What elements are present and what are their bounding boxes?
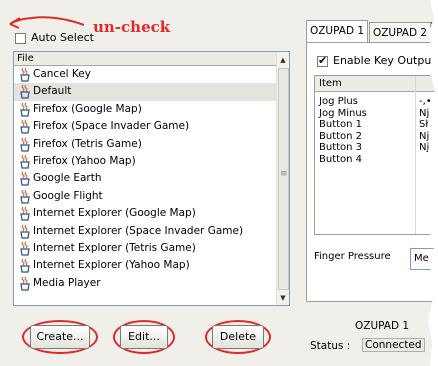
file-list-item-label: Firefox (Space Invader Game) (33, 120, 190, 133)
edit-button[interactable]: Edit... (120, 325, 168, 349)
java-cup-icon (20, 154, 30, 169)
file-list-item-label: Internet Explorer (Tetris Game) (33, 241, 196, 254)
enable-key-output-checkbox[interactable] (317, 54, 328, 67)
item-name: Jog Plus (319, 96, 358, 107)
red-arrow-icon (9, 16, 85, 29)
item-name: Jog Minus (319, 107, 367, 119)
file-list-item[interactable]: Internet Explorer (Space Invader Game) (14, 223, 276, 240)
file-list-item[interactable]: Cancel Key (14, 66, 276, 83)
file-list-header[interactable]: File (14, 52, 289, 66)
status-label: Status : (310, 340, 351, 352)
file-list-item-label: Default (33, 85, 72, 98)
file-list-item[interactable]: Google Flight (14, 188, 276, 205)
auto-select-label: Auto Select (31, 31, 94, 44)
item-name: Button 1 (319, 119, 363, 130)
file-list-item-label: Firefox (Tetris Game) (33, 137, 142, 150)
file-list-item-label: Media Player (33, 276, 101, 289)
file-list-item[interactable]: Default (14, 83, 276, 101)
java-cup-icon (20, 119, 30, 134)
delete-button[interactable]: Delete (212, 325, 264, 349)
file-list-item-label: Google Earth (33, 172, 102, 185)
scroll-thumb[interactable]: ≡ (278, 68, 289, 290)
file-list-item-label: Internet Explorer (Yahoo Map) (33, 259, 190, 272)
file-list-item[interactable]: Internet Explorer (Tetris Game) (14, 240, 276, 257)
file-list-item[interactable]: Firefox (Tetris Game) (14, 136, 276, 153)
java-cup-icon (20, 241, 30, 256)
file-list-item[interactable]: Firefox (Google Map) (14, 101, 276, 118)
java-cup-icon (20, 137, 30, 152)
item-name: Button 3 (319, 142, 363, 153)
java-cup-icon (20, 102, 30, 117)
file-list-item[interactable]: Google Earth (14, 170, 276, 187)
auto-select-checkbox[interactable] (15, 33, 26, 44)
scroll-down-button[interactable]: ▼ (277, 292, 289, 304)
java-cup-icon (20, 258, 30, 273)
scroll-thumb-grip: ≡ (280, 169, 288, 179)
status-value: Connected (362, 338, 425, 352)
file-list-item[interactable]: Internet Explorer (Google Map) (14, 205, 276, 222)
item-name: Button 4 (319, 153, 363, 165)
file-list-rows: Cancel Key Default Firefox (Google Map) Fir… (14, 66, 276, 292)
annotation-label: un-check (93, 18, 171, 36)
item-name: Button 2 (319, 130, 363, 142)
status-device-name: OZUPAD 1 (355, 320, 410, 332)
scroll-up-button[interactable]: ▲ (277, 54, 289, 66)
file-list-item-label: Firefox (Google Map) (33, 102, 142, 115)
file-list-item[interactable]: Internet Explorer (Yahoo Map) (14, 257, 276, 274)
java-cup-icon (20, 206, 30, 221)
java-cup-icon (20, 67, 30, 82)
file-list-item-label: Cancel Key (33, 68, 91, 80)
file-list-item-label: Firefox (Yahoo Map) (33, 154, 136, 167)
torn-edge (428, 0, 438, 366)
file-list-item[interactable]: Firefox (Space Invader Game) (14, 118, 276, 135)
file-list-item-label: Internet Explorer (Space Invader Game) (33, 224, 244, 237)
file-list-item[interactable]: Media Player (14, 275, 276, 292)
java-cup-icon (20, 276, 30, 291)
file-list-item[interactable]: Firefox (Yahoo Map) (14, 153, 276, 170)
java-cup-icon (20, 85, 30, 99)
file-list[interactable]: File Cancel Key Default Firefox (Google Ma… (13, 51, 290, 306)
java-cup-icon (20, 171, 30, 186)
vertical-scrollbar[interactable]: ▲ ≡ ▼ (276, 52, 289, 305)
java-cup-icon (20, 189, 30, 204)
finger-pressure-label: Finger Pressure (314, 251, 391, 262)
create-button[interactable]: Create... (30, 325, 90, 349)
java-cup-icon (20, 224, 30, 239)
item-column-header[interactable]: Item (319, 78, 342, 89)
file-list-item-label: Google Flight (33, 189, 103, 202)
file-list-item-label: Internet Explorer (Google Map) (33, 207, 196, 220)
tab-ozupad-1[interactable]: OZUPAD 1 (306, 20, 368, 43)
